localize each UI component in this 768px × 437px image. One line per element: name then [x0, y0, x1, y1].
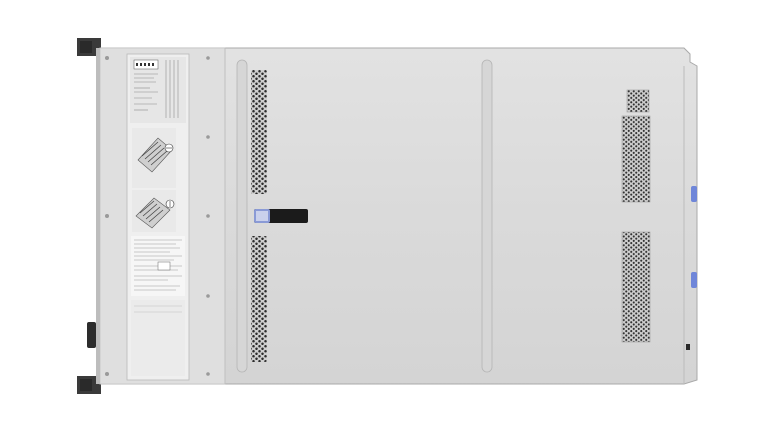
vent-grille-lower: [251, 236, 267, 362]
rear-connector-lower-icon: [691, 272, 697, 288]
rear-port: [686, 344, 690, 350]
service-label: [126, 53, 190, 381]
memory-diagram-icon: [132, 128, 176, 188]
fan-diagram-icon: [132, 190, 176, 232]
front-bezel-strip: [96, 48, 100, 384]
vent-grille-upper: [251, 70, 267, 194]
cover-rib-center: [481, 59, 493, 373]
rear-vent-lower: [621, 231, 651, 343]
rear-vent-upper: [621, 115, 651, 203]
front-handle[interactable]: [87, 322, 96, 348]
cover-rib-left: [236, 59, 248, 373]
rear-connector-upper-icon: [691, 186, 697, 202]
product-photo: [0, 0, 768, 432]
server-chassis: [77, 38, 698, 394]
rear-vent-top: [626, 89, 650, 113]
cover-release-latch[interactable]: [254, 209, 308, 223]
compliance-mark-icon: [157, 261, 171, 271]
